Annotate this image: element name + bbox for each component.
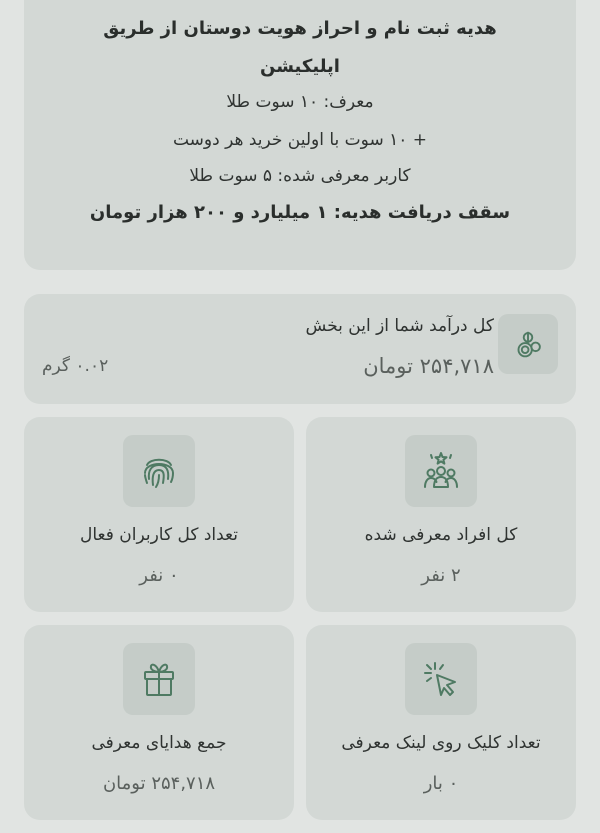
gifts-total-value: ۲۵۴,۷۱۸ تومان (102, 773, 216, 794)
gifts-total-label: جمع هدایای معرفی (91, 733, 227, 753)
gift-icon (123, 643, 195, 715)
stat-card-active-users: تعداد کل کاربران فعال ۰ نفر (24, 417, 294, 612)
income-value: ۲۵۴,۷۱۸ تومان (363, 354, 494, 378)
people-star-icon (405, 435, 477, 507)
referrer-gift-text: معرف: ۱۰ سوت طلا (226, 92, 374, 112)
stat-card-gifts-total: جمع هدایای معرفی ۲۵۴,۷۱۸ تومان (24, 625, 294, 820)
link-clicks-label: تعداد کلیک روی لینک معرفی (341, 733, 541, 753)
info-title-line2: اپلیکیشن (260, 56, 340, 77)
stat-card-referred-total: کل افراد معرفی شده ۲ نفر (306, 417, 576, 612)
referral-info-card: هدیه ثبت نام و احراز هویت دوستان از طریق… (24, 0, 576, 270)
referred-total-label: کل افراد معرفی شده (364, 525, 518, 545)
active-users-value: ۰ نفر (139, 565, 179, 586)
income-gram-value: ۰.۰۲ گرم (42, 356, 109, 376)
info-title-line1: هدیه ثبت نام و احراز هویت دوستان از طریق (103, 18, 497, 39)
coins-leaf-icon (498, 314, 558, 374)
stat-card-link-clicks: تعداد کلیک روی لینک معرفی ۰ بار (306, 625, 576, 820)
referred-total-value: ۲ نفر (421, 565, 461, 586)
cursor-click-icon (405, 643, 477, 715)
per-purchase-gift-text: + ۱۰ سوت با اولین خرید هر دوست (172, 130, 428, 150)
link-clicks-value: ۰ بار (423, 773, 459, 794)
gift-cap-text: سقف دریافت هدیه: ۱ میلیارد و ۲۰۰ هزار تو… (89, 202, 511, 223)
income-card (24, 294, 576, 404)
income-label: کل درآمد شما از این بخش (305, 316, 494, 336)
referred-user-gift-text: کاربر معرفی شده: ۵ سوت طلا (189, 166, 411, 186)
active-users-label: تعداد کل کاربران فعال (80, 525, 238, 545)
fingerprint-icon (123, 435, 195, 507)
